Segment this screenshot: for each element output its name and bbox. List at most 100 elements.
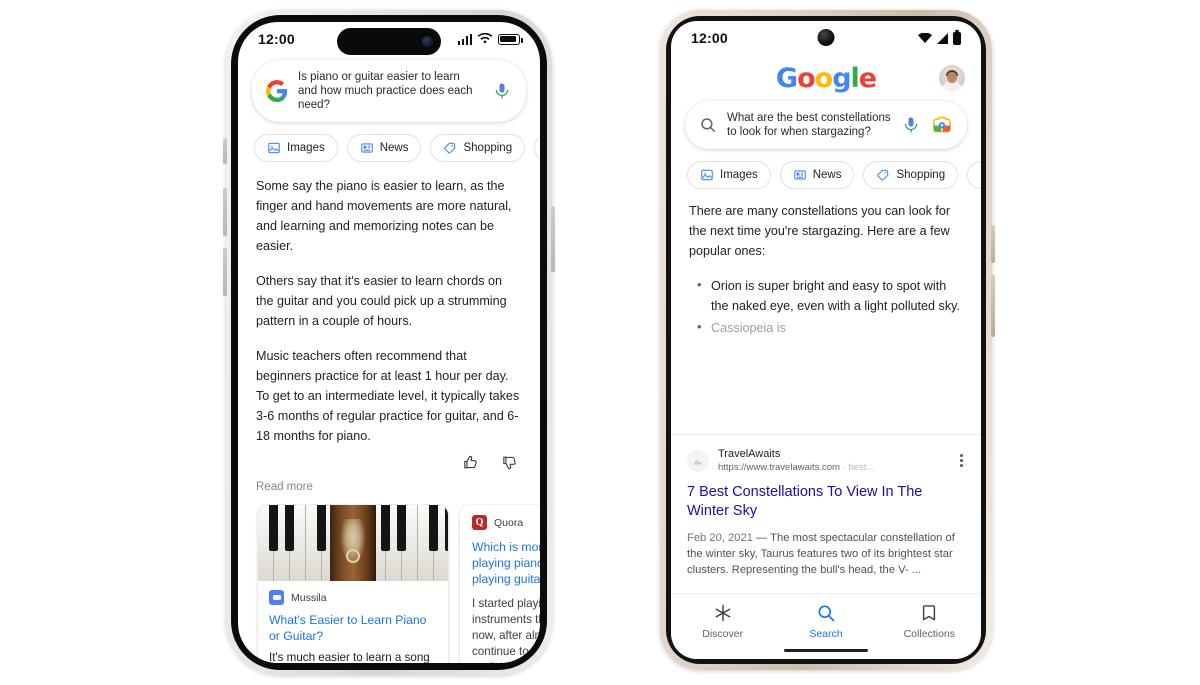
result-snippet: Feb 20, 2021 — The most spectacular cons… [687,530,965,578]
answer-intro: There are many constellations you can lo… [689,204,951,258]
thumbs-up-icon[interactable] [462,454,479,471]
chip-label: Shopping [463,142,513,154]
iphone-silent-switch[interactable] [223,138,227,164]
card-title[interactable]: Which is mor playing piano playing guita… [472,530,540,587]
chip-videos[interactable]: Vide [967,161,981,189]
filter-chips-right: Images News Shopping [671,149,981,199]
mountain-icon [693,459,703,464]
status-icons [918,29,961,45]
card-source-name: Quora [494,516,524,529]
microphone-icon[interactable] [492,80,512,102]
search-icon [701,118,716,133]
source-cards-carousel: Mussila What's Easier to Learn Piano or … [238,493,540,663]
google-g-icon [266,80,288,102]
nav-label: Discover [702,628,744,640]
bookmark-icon [923,605,936,621]
guitar-illustration [330,505,376,581]
search-query-text: Is piano or guitar easier to learn and h… [298,71,473,111]
chip-shopping[interactable]: Shopping [430,134,526,162]
card-title[interactable]: What's Easier to Learn Piano or Guitar? [258,605,448,644]
tag-icon [444,142,456,154]
pixel-power-button[interactable] [991,225,995,263]
pixel-volume-button[interactable] [991,275,995,337]
google-header: G o o g l e [671,55,981,97]
status-bar-left: 12:00 [238,22,540,56]
logo-letter: G [775,62,798,94]
search-query-bar-left[interactable]: Is piano or guitar easier to learn and h… [252,60,526,122]
iphone-volume-up-button[interactable] [223,188,227,236]
logo-letter: e [858,62,877,94]
battery-icon [953,29,961,45]
nav-item-collections[interactable]: Collections [878,603,980,640]
card-source-name: Mussila [291,591,327,604]
chip-label: News [812,169,842,181]
source-card-mussila[interactable]: Mussila What's Easier to Learn Piano or … [258,505,448,663]
travelawaits-favicon [687,449,709,472]
search-query-text: What are the best constellations to look… [727,112,891,138]
result-url: https://www.travelawaits.com · best... [718,461,874,474]
result-site-name: TravelAwaits [718,448,781,460]
wifi-icon [477,33,493,44]
card-thumbnail [258,505,448,581]
iphone-volume-down-button[interactable] [223,248,227,296]
status-time: 12:00 [258,31,295,47]
signal-triangle-icon [937,32,948,44]
google-lens-icon[interactable] [931,114,953,136]
result-url-base: https://www.travelawaits.com [718,462,840,473]
thumbs-down-icon[interactable] [501,454,518,471]
quora-favicon: Q [472,515,487,530]
chip-news[interactable]: News [779,161,855,189]
chip-label: Images [720,169,758,181]
result-date: Feb 20, 2021 [687,532,753,544]
card-snippet: It's much easier to learn a song for the… [269,651,430,663]
source-card-quora[interactable]: Q Quora Which is mor playing piano playi… [460,505,540,663]
card-source-row: Mussila [258,581,448,605]
result-url-tail: · best... [842,462,875,473]
filter-chips-left: Images News Shopping [238,122,540,172]
feedback-controls [238,446,540,471]
pixel-device-mockup: 12:00 G o o g l e What are the best cons… [660,10,995,670]
logo-letter: o [814,62,834,94]
nav-item-search[interactable]: Search [775,603,877,640]
answer-bullet-list: Orion is super bright and easy to spot w… [695,275,963,338]
front-camera-icon [817,29,835,46]
discover-asterisk-icon [715,604,731,622]
search-result[interactable]: TravelAwaits https://www.travelawaits.co… [671,435,981,578]
search-icon [818,605,835,622]
ai-answer-left: Some say the piano is easier to learn, a… [238,172,540,446]
nav-item-discover[interactable]: Discover [672,603,774,640]
chip-videos[interactable]: Vide [534,134,540,162]
kebab-menu-icon[interactable] [958,452,965,469]
chip-images[interactable]: Images [254,134,338,162]
answer-bullet: Cassiopeia is [695,317,963,338]
logo-letter: o [797,62,816,94]
ai-answer-right: There are many constellations you can lo… [671,199,981,338]
chip-news[interactable]: News [346,134,422,162]
chip-label: News [379,142,409,154]
status-bar-right: 12:00 [671,21,981,55]
tag-icon [877,169,889,181]
news-icon [793,170,806,180]
pixel-screen: 12:00 G o o g l e What are the best cons… [671,21,981,659]
mussila-favicon [269,590,284,605]
read-more-link[interactable]: Read more [238,471,540,493]
nav-label: Collections [903,628,955,640]
images-icon [701,169,713,181]
search-query-bar-right[interactable]: What are the best constellations to look… [685,101,967,149]
iphone-screen: 12:00 Is piano or guitar easier to learn… [238,22,540,663]
bottom-navigation-bar: Discover Search Collections [671,593,981,659]
home-indicator [784,649,868,652]
video-icon [980,168,981,182]
chip-images[interactable]: Images [687,161,771,189]
result-title[interactable]: 7 Best Constellations To View In The Win… [687,483,965,521]
microphone-icon[interactable] [901,114,921,136]
chip-shopping[interactable]: Shopping [863,161,959,189]
answer-paragraph: Music teachers often recommend that begi… [256,349,520,443]
user-avatar[interactable] [939,65,965,91]
iphone-device-mockup: 12:00 Is piano or guitar easier to learn… [223,10,555,675]
nav-label: Search [809,628,843,640]
images-icon [268,142,280,154]
dynamic-island [337,28,441,55]
iphone-power-button[interactable] [551,206,555,272]
chip-label: Images [287,142,325,154]
